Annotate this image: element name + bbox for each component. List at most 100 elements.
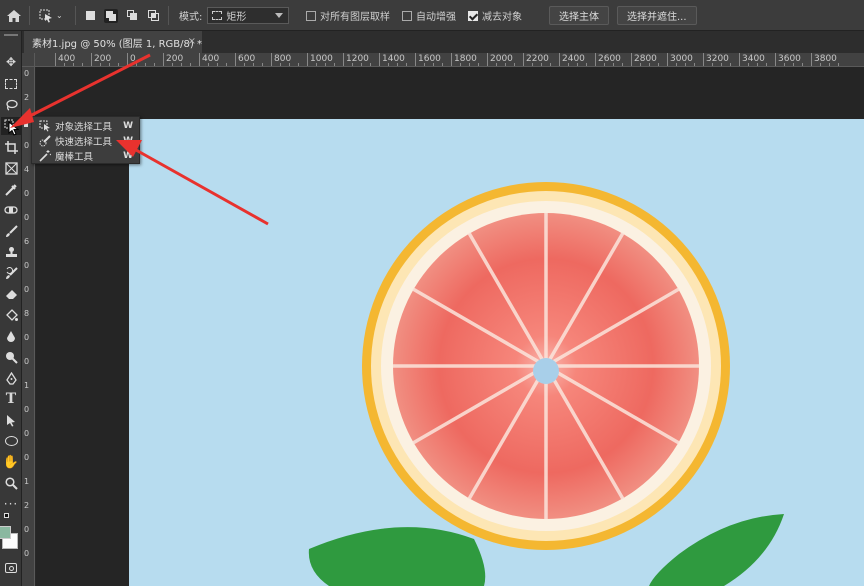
intersect-selection-button[interactable] (147, 0, 160, 31)
blur-icon (7, 330, 15, 342)
add-to-selection-button[interactable] (104, 0, 118, 31)
ruler-label: 0 (24, 453, 30, 462)
horizontal-ruler[interactable]: 400 200 0 200 400 600 800 1000 1200 1400 1600 1800 2… (35, 53, 864, 67)
panel-grip[interactable] (4, 34, 18, 36)
ruler-tick (568, 63, 569, 66)
home-button[interactable] (6, 0, 22, 31)
new-selection-button[interactable] (86, 0, 95, 31)
move-tool[interactable]: ✥ (1, 53, 21, 71)
ruler-tick (343, 53, 344, 66)
ruler-label: 2400 (562, 54, 585, 64)
default-colors-button[interactable] (4, 513, 18, 521)
tools-panel: ✥ T ✋ ··· (0, 31, 22, 586)
tool-preset-picker[interactable]: ⌄ (39, 0, 63, 31)
hand-tool[interactable]: ✋ (1, 453, 21, 471)
ruler-label: 1400 (382, 54, 405, 64)
close-icon[interactable]: × (188, 36, 196, 47)
ruler-label: 6 (24, 237, 30, 246)
foreground-color-swatch[interactable] (0, 526, 11, 539)
blur-tool[interactable] (1, 327, 21, 345)
flyout-item-object-selection[interactable]: 对象选择工具 W (24, 118, 139, 133)
paint-bucket-tool[interactable] (1, 306, 21, 324)
path-selection-tool[interactable] (1, 411, 21, 429)
marquee-tool[interactable] (1, 75, 21, 93)
subtract-from-selection-button[interactable] (126, 0, 139, 31)
ruler-tick (208, 63, 209, 66)
flyout-item-label: 快速选择工具 (55, 136, 113, 148)
ruler-tick (181, 63, 182, 66)
ruler-tick (811, 53, 812, 66)
ruler-tick (442, 63, 443, 66)
eyedropper-tool[interactable] (1, 180, 21, 198)
ruler-tick (91, 53, 92, 66)
ruler-tick (253, 63, 254, 66)
sample-all-layers-checkbox[interactable]: 对所有图层取样 (306, 0, 390, 31)
ruler-label: 8 (24, 309, 30, 318)
zoom-icon (4, 476, 18, 490)
ruler-label: 2600 (598, 54, 621, 64)
ruler-label: 2000 (490, 54, 513, 64)
pen-tool[interactable] (1, 369, 21, 387)
ruler-tick (514, 63, 515, 66)
ruler-label: 0 (130, 54, 136, 64)
select-and-mask-button[interactable]: 选择并遮住... (617, 6, 697, 25)
lasso-tool[interactable] (1, 96, 21, 114)
ruler-tick (667, 53, 668, 66)
ruler-tick (451, 53, 452, 66)
crop-icon (4, 140, 18, 154)
quick-mask-button[interactable] (1, 559, 21, 577)
ruler-tick (73, 63, 74, 66)
type-icon: T (5, 391, 17, 407)
document-image[interactable] (129, 119, 864, 586)
eraser-tool[interactable] (1, 285, 21, 303)
zoom-tool[interactable] (1, 474, 21, 492)
flyout-item-magic-wand[interactable]: 魔棒工具 W (32, 148, 139, 163)
ruler-label: 4 (24, 165, 30, 174)
auto-enhance-checkbox[interactable]: 自动增强 (402, 0, 456, 31)
ruler-label: 0 (24, 429, 30, 438)
ruler-tick (640, 63, 641, 66)
edit-toolbar-button[interactable]: ··· (1, 495, 21, 513)
flyout-item-shortcut: W (123, 135, 133, 146)
ruler-label: 0 (24, 525, 30, 534)
rectangle-mode-icon (212, 11, 223, 20)
chevron-down-icon: ⌄ (56, 11, 63, 20)
ruler-tick (685, 63, 686, 66)
dodge-tool[interactable] (1, 348, 21, 366)
ruler-tick (244, 63, 245, 66)
ruler-tick (784, 63, 785, 66)
ruler-tick (829, 63, 830, 66)
ruler-tick (838, 63, 839, 66)
chevron-down-icon (275, 13, 284, 18)
brush-icon (5, 224, 18, 237)
ruler-tick (172, 63, 173, 66)
crop-tool[interactable] (1, 138, 21, 156)
ruler-tick (712, 63, 713, 66)
ruler-tick (487, 53, 488, 66)
ruler-tick (613, 63, 614, 66)
flyout-item-label: 对象选择工具 (55, 121, 113, 133)
ruler-label: 3000 (670, 54, 693, 64)
mode-select[interactable]: 矩形 (207, 7, 290, 24)
home-icon (7, 9, 21, 22)
path-selection-icon (7, 414, 15, 426)
healing-brush-tool[interactable] (1, 201, 21, 219)
subtract-object-checkbox[interactable]: 减去对象 (468, 0, 522, 31)
ruler-tick (307, 53, 308, 66)
ruler-label: 0 (24, 261, 30, 270)
history-brush-tool[interactable] (1, 264, 21, 282)
brush-tool[interactable] (1, 222, 21, 240)
flyout-item-quick-selection[interactable]: 快速选择工具 W (32, 133, 139, 148)
clone-stamp-tool[interactable] (1, 243, 21, 261)
ruler-tick (100, 63, 101, 66)
type-tool[interactable]: T (1, 390, 21, 408)
frame-tool[interactable] (1, 159, 21, 177)
checkbox-icon (402, 10, 412, 21)
ruler-tick (604, 63, 605, 66)
eraser-icon (5, 290, 17, 299)
grapefruit-photo (308, 182, 784, 586)
ruler-origin[interactable] (22, 53, 35, 67)
select-subject-button[interactable]: 选择主体 (549, 6, 609, 25)
ellipse-tool[interactable] (1, 432, 21, 450)
document-tab[interactable]: 素材1.jpg @ 50% (图层 1, RGB/8) * × (24, 31, 202, 53)
